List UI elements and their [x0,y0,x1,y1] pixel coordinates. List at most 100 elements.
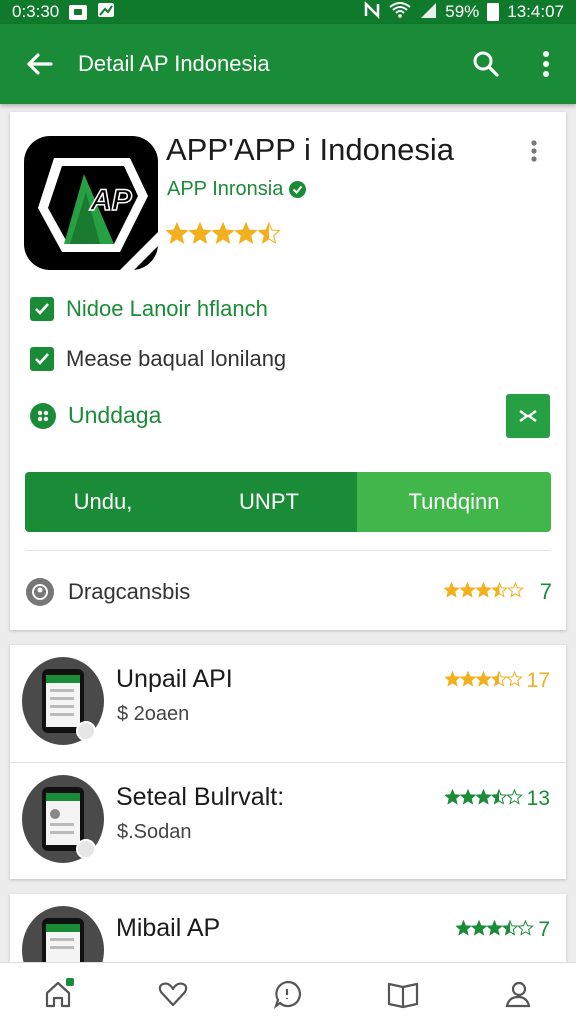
star-icon [501,920,519,936]
app-title: Mibail AP [116,914,221,942]
arrow-back-icon [27,53,53,75]
wishlist-icon [158,981,188,1006]
star-icon [188,221,212,244]
expand-button[interactable] [506,394,550,438]
related-apps-card: Mibail AP 7 [10,894,566,964]
collapse-arrows-icon [519,410,537,422]
star-icon [458,582,476,598]
star-icon [486,920,504,936]
rating-count: 13 [526,787,550,810]
feature-label: Nidoe Lanoir hflanch [66,296,268,321]
status-time-left: 0:3:30 [12,2,60,21]
action-tabs: Undu, UNPT Tundqinn [25,472,551,532]
list-item[interactable]: Unpail API $ 2oaen 17 [10,645,566,762]
app-logo-text: AP [89,184,133,217]
installed-badge [76,839,96,859]
app-detail-card: AP APP'APP i Indonesia APP Inronsia Nido… [10,112,566,630]
more-vert-icon [531,140,537,162]
app-price: $.Sodan [117,821,192,843]
app-title: Unpail API [116,665,233,693]
feature-item: Nidoe Lanoir hflanch [30,296,268,322]
star-icon [211,221,235,244]
tab-unpt[interactable]: UNPT [181,472,357,532]
reviewer-icon [26,578,54,606]
nav-home[interactable] [28,966,88,1022]
bottom-navigation [0,962,576,1024]
nav-wishlist[interactable] [143,966,203,1022]
star-icon [474,789,492,805]
star-icon [490,582,508,598]
app-rating: 13 [444,787,550,811]
star-icon [474,671,492,687]
star-icon [490,671,508,687]
overflow-menu-button[interactable] [516,24,576,104]
app-title: Seteal Bulrvalt: [116,783,285,811]
rating-count: 17 [526,669,550,692]
star-icon [474,582,492,598]
star-icon [470,920,488,936]
feature-item: Mease baqual lonilang [30,346,286,372]
card-overflow-button[interactable] [530,140,538,167]
app-thumbnail [22,906,104,964]
app-logo: AP [24,136,158,270]
no-sim-icon [363,0,381,24]
battery-percent: 59% [445,2,480,21]
nav-library[interactable] [373,966,433,1022]
rating-count: 7 [538,918,550,941]
library-icon [388,982,419,1008]
developer-name: APP Inronsia [167,178,284,200]
star-icon [505,671,523,687]
download-row[interactable]: Unddaga [30,402,161,429]
star-icon [517,920,535,936]
account-icon [505,981,531,1007]
star-icon [165,221,189,244]
review-row[interactable]: Dragcansbis 7 [26,574,552,610]
developer-link[interactable]: APP Inronsia [167,178,307,201]
more-vert-icon [543,51,549,77]
rating-stars [444,789,523,805]
review-count: 7 [539,579,552,604]
search-icon [473,51,499,77]
page-title: Detail AP Indonesia [78,51,270,76]
rating-stars [456,920,535,936]
verified-icon [289,181,307,198]
star-icon [506,582,524,598]
tab-undu[interactable]: Undu, [25,472,181,532]
search-button[interactable] [456,24,516,104]
notification-dot [65,977,74,986]
app-rating: 7 [456,918,550,942]
app-name: APP'APP i Indonesia [166,132,454,167]
signal-icon [419,2,437,23]
battery-icon [487,3,500,21]
star-icon [456,920,473,936]
star-icon [459,671,477,687]
download-icon [30,402,56,429]
star-icon [459,789,477,805]
star-icon [444,789,461,805]
review-label: Dragcansbis [68,579,191,604]
check-icon [30,347,54,371]
nav-account[interactable] [488,966,548,1022]
app-bar: Detail AP Indonesia [0,24,576,104]
star-icon [443,582,460,598]
notification-icon [69,4,88,20]
feature-label: Mease baqual lonilang [66,346,287,371]
wifi-icon [389,1,411,23]
divider [25,550,551,551]
nav-chat[interactable] [258,966,318,1022]
app-price: $ 2oaen [117,703,190,725]
star-icon [490,789,508,805]
rating-stars [444,671,523,687]
installed-badge [76,721,96,741]
star-icon [444,671,461,687]
back-button[interactable] [0,24,78,104]
related-apps-card: Unpail API $ 2oaen 17 Seteal Bulrvalt: $… [10,645,566,879]
star-icon [505,789,523,805]
app-rating: 17 [444,669,550,693]
tab-tundqinn[interactable]: Tundqinn [357,472,551,532]
check-icon [30,297,54,321]
list-item[interactable]: Seteal Bulrvalt: $.Sodan 13 [10,762,566,879]
status-bar: 0:3:30 59% 13:4:07 [0,0,576,24]
list-item[interactable]: Mibail AP 7 [10,894,566,964]
download-label: Unddaga [68,402,162,428]
